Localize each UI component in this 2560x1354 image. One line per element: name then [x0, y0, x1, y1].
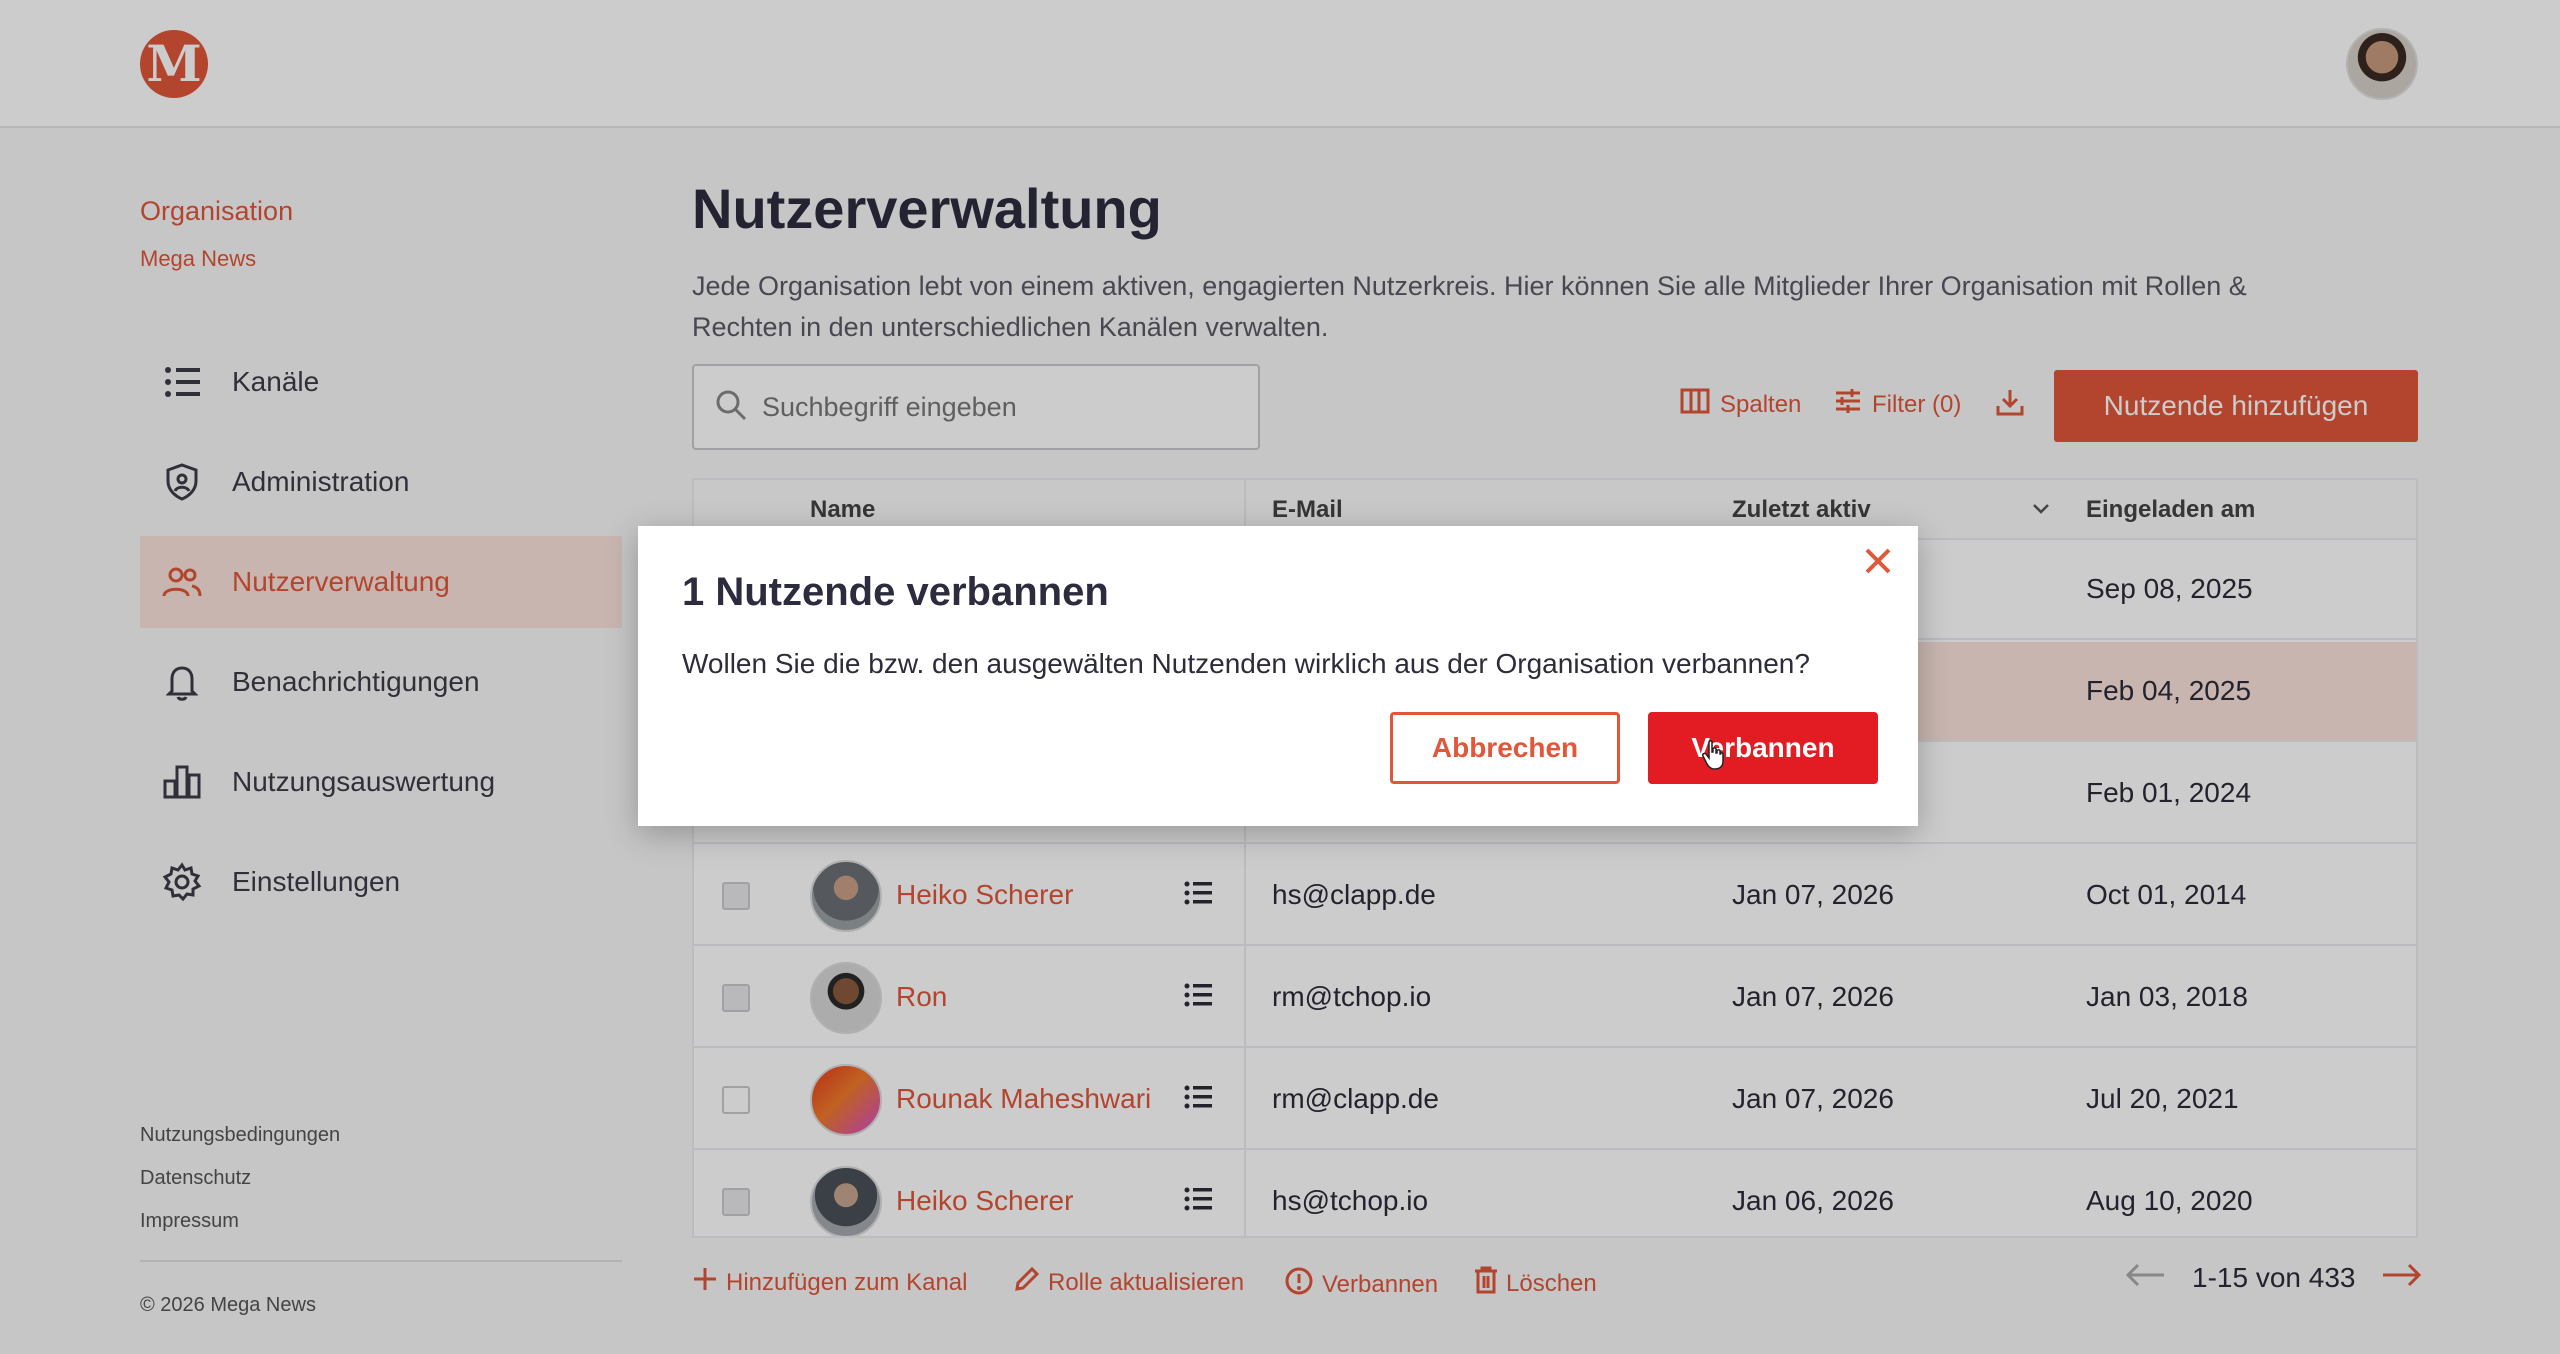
dialog-title: 1 Nutzende verbannen: [682, 570, 1109, 614]
close-icon[interactable]: [1864, 540, 1892, 585]
hand-cursor-icon: [1702, 740, 1724, 775]
confirm-ban-button[interactable]: Verbannen: [1648, 712, 1878, 784]
dialog-text: Wollen Sie die bzw. den ausgewälten Nutz…: [682, 648, 1810, 679]
ban-dialog: 1 Nutzende verbannen Wollen Sie die bzw.…: [638, 526, 1918, 826]
cancel-button[interactable]: Abbrechen: [1390, 712, 1620, 784]
